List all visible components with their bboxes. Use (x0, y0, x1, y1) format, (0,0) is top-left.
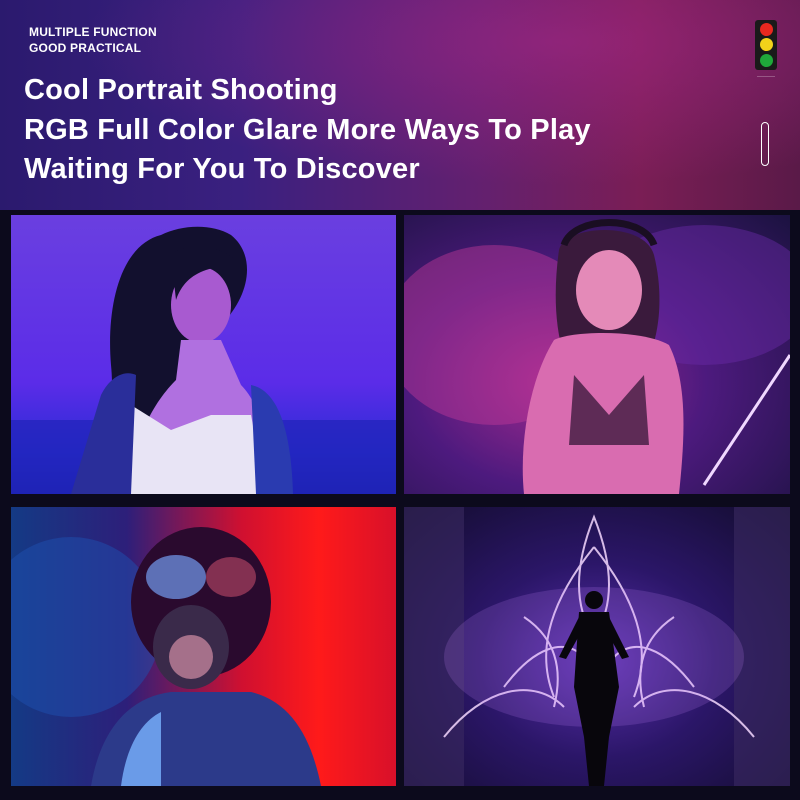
photo-portrait-gas-mask (11, 507, 396, 786)
hero-banner: MULTIPLE FUNCTION GOOD PRACTICAL Cool Po… (0, 0, 800, 210)
photo-light-painting (404, 507, 790, 786)
headline-line-1: Cool Portrait Shooting (24, 74, 338, 106)
headline-line-2: RGB Full Color Glare More Ways To Play (24, 114, 591, 146)
divider-line (757, 76, 775, 77)
red-light-dot (759, 23, 773, 37)
photo-portrait-purple-blue (11, 215, 396, 494)
yellow-light-dot (759, 38, 773, 52)
traffic-light-icon (755, 20, 777, 70)
tagline-multiple-function: MULTIPLE FUNCTION (29, 25, 157, 39)
photo-portrait-pink-smoke (404, 215, 790, 494)
tagline-good-practical: GOOD PRACTICAL (29, 41, 142, 55)
headline-line-3: Waiting For You To Discover (24, 153, 420, 185)
green-light-dot (759, 53, 773, 67)
scroll-indicator-icon (761, 122, 769, 166)
